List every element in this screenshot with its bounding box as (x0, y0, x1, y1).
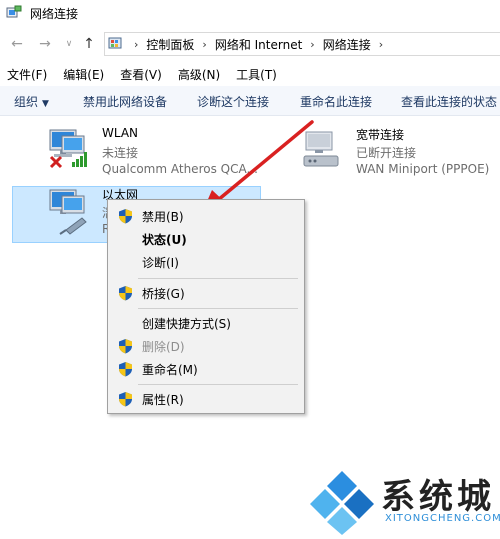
uac-shield-icon (118, 361, 133, 377)
window-title: 网络连接 (30, 6, 79, 21)
disable-device-button[interactable]: 禁用此网络设备 (83, 93, 167, 110)
watermark-subtext: XITONGCHENG.COM (385, 513, 500, 524)
watermark: 系统城 XITONGCHENG.COM (305, 465, 500, 539)
watermark-logo-icon (307, 469, 377, 538)
menu-item-bridge[interactable]: 桥接(G) (108, 282, 304, 304)
menu-tools[interactable]: 工具(T) (236, 66, 277, 83)
menu-separator (138, 278, 298, 279)
menu-item-delete: 删除(D) (108, 335, 304, 357)
menu-item-rename-label: 重命名(M) (142, 362, 198, 377)
menu-view[interactable]: 查看(V) (120, 66, 162, 83)
breadcrumb-network-internet[interactable]: 网络和 Internet (215, 36, 302, 53)
menu-item-diagnose-label: 诊断(I) (142, 255, 179, 270)
watermark-text: 系统城 (381, 477, 495, 517)
menu-item-disable-label: 禁用(B) (142, 209, 184, 224)
menu-item-rename[interactable]: 重命名(M) (108, 358, 304, 380)
back-arrow-icon[interactable]: ← (8, 35, 26, 53)
forward-arrow-icon[interactable]: → (36, 35, 54, 53)
rename-connection-button[interactable]: 重命名此连接 (300, 93, 372, 110)
breadcrumb-separator-icon: › (134, 37, 139, 51)
network-connections-icon (6, 5, 22, 21)
diagnose-connection-button[interactable]: 诊断这个连接 (197, 93, 269, 110)
uac-shield-icon (118, 338, 133, 354)
menu-item-create-shortcut[interactable]: 创建快捷方式(S) (108, 312, 304, 334)
breadcrumb-separator-icon[interactable]: › (202, 38, 206, 51)
navigation-bar: ← → ∨ ↑ › 控制面板 › 网络和 Internet › 网络连接 › (0, 30, 500, 58)
menu-item-diagnose[interactable]: 诊断(I) (108, 251, 304, 273)
menu-item-disable[interactable]: 禁用(B) (108, 205, 304, 227)
address-bar[interactable]: › 控制面板 › 网络和 Internet › 网络连接 › (104, 32, 500, 56)
menu-item-properties[interactable]: 属性(R) (108, 388, 304, 410)
breadcrumb-separator-icon[interactable]: › (379, 38, 383, 51)
uac-shield-icon (118, 285, 133, 301)
menu-advanced[interactable]: 高级(N) (178, 66, 220, 83)
menu-item-delete-label: 删除(D) (142, 339, 185, 354)
menu-item-status-label: 状态(U) (142, 232, 187, 247)
breadcrumb-separator-icon[interactable]: › (310, 38, 314, 51)
view-status-button[interactable]: 查看此连接的状态 (401, 93, 497, 110)
dropdown-arrow-icon: ▼ (42, 99, 49, 109)
organize-button[interactable]: 组织 ▼ (14, 93, 49, 110)
control-panel-icon (108, 36, 126, 52)
context-menu: 禁用(B) 状态(U) 诊断(I) 桥接(G) 创建快捷方式(S) 删除(D) … (107, 199, 305, 414)
menu-file[interactable]: 文件(F) (7, 66, 47, 83)
menu-item-bridge-label: 桥接(G) (142, 286, 185, 301)
menu-bar: 文件(F) 编辑(E) 查看(V) 高级(N) 工具(T) (0, 64, 500, 84)
title-bar: 网络连接 (0, 0, 500, 26)
command-bar: 组织 ▼ 禁用此网络设备 诊断这个连接 重命名此连接 查看此连接的状态 (0, 86, 500, 116)
menu-separator (138, 384, 298, 385)
menu-edit[interactable]: 编辑(E) (63, 66, 104, 83)
recent-locations-chevron-icon[interactable]: ∨ (60, 35, 78, 53)
up-arrow-icon[interactable]: ↑ (80, 35, 98, 53)
uac-shield-icon (118, 391, 133, 407)
breadcrumb-control-panel[interactable]: 控制面板 (146, 36, 194, 53)
menu-separator (138, 308, 298, 309)
menu-item-create-shortcut-label: 创建快捷方式(S) (142, 316, 231, 331)
breadcrumb-network-connections[interactable]: 网络连接 (323, 36, 371, 53)
organize-label: 组织 (14, 95, 39, 109)
uac-shield-icon (118, 208, 133, 224)
menu-item-status[interactable]: 状态(U) (108, 228, 304, 250)
menu-item-properties-label: 属性(R) (142, 392, 184, 407)
